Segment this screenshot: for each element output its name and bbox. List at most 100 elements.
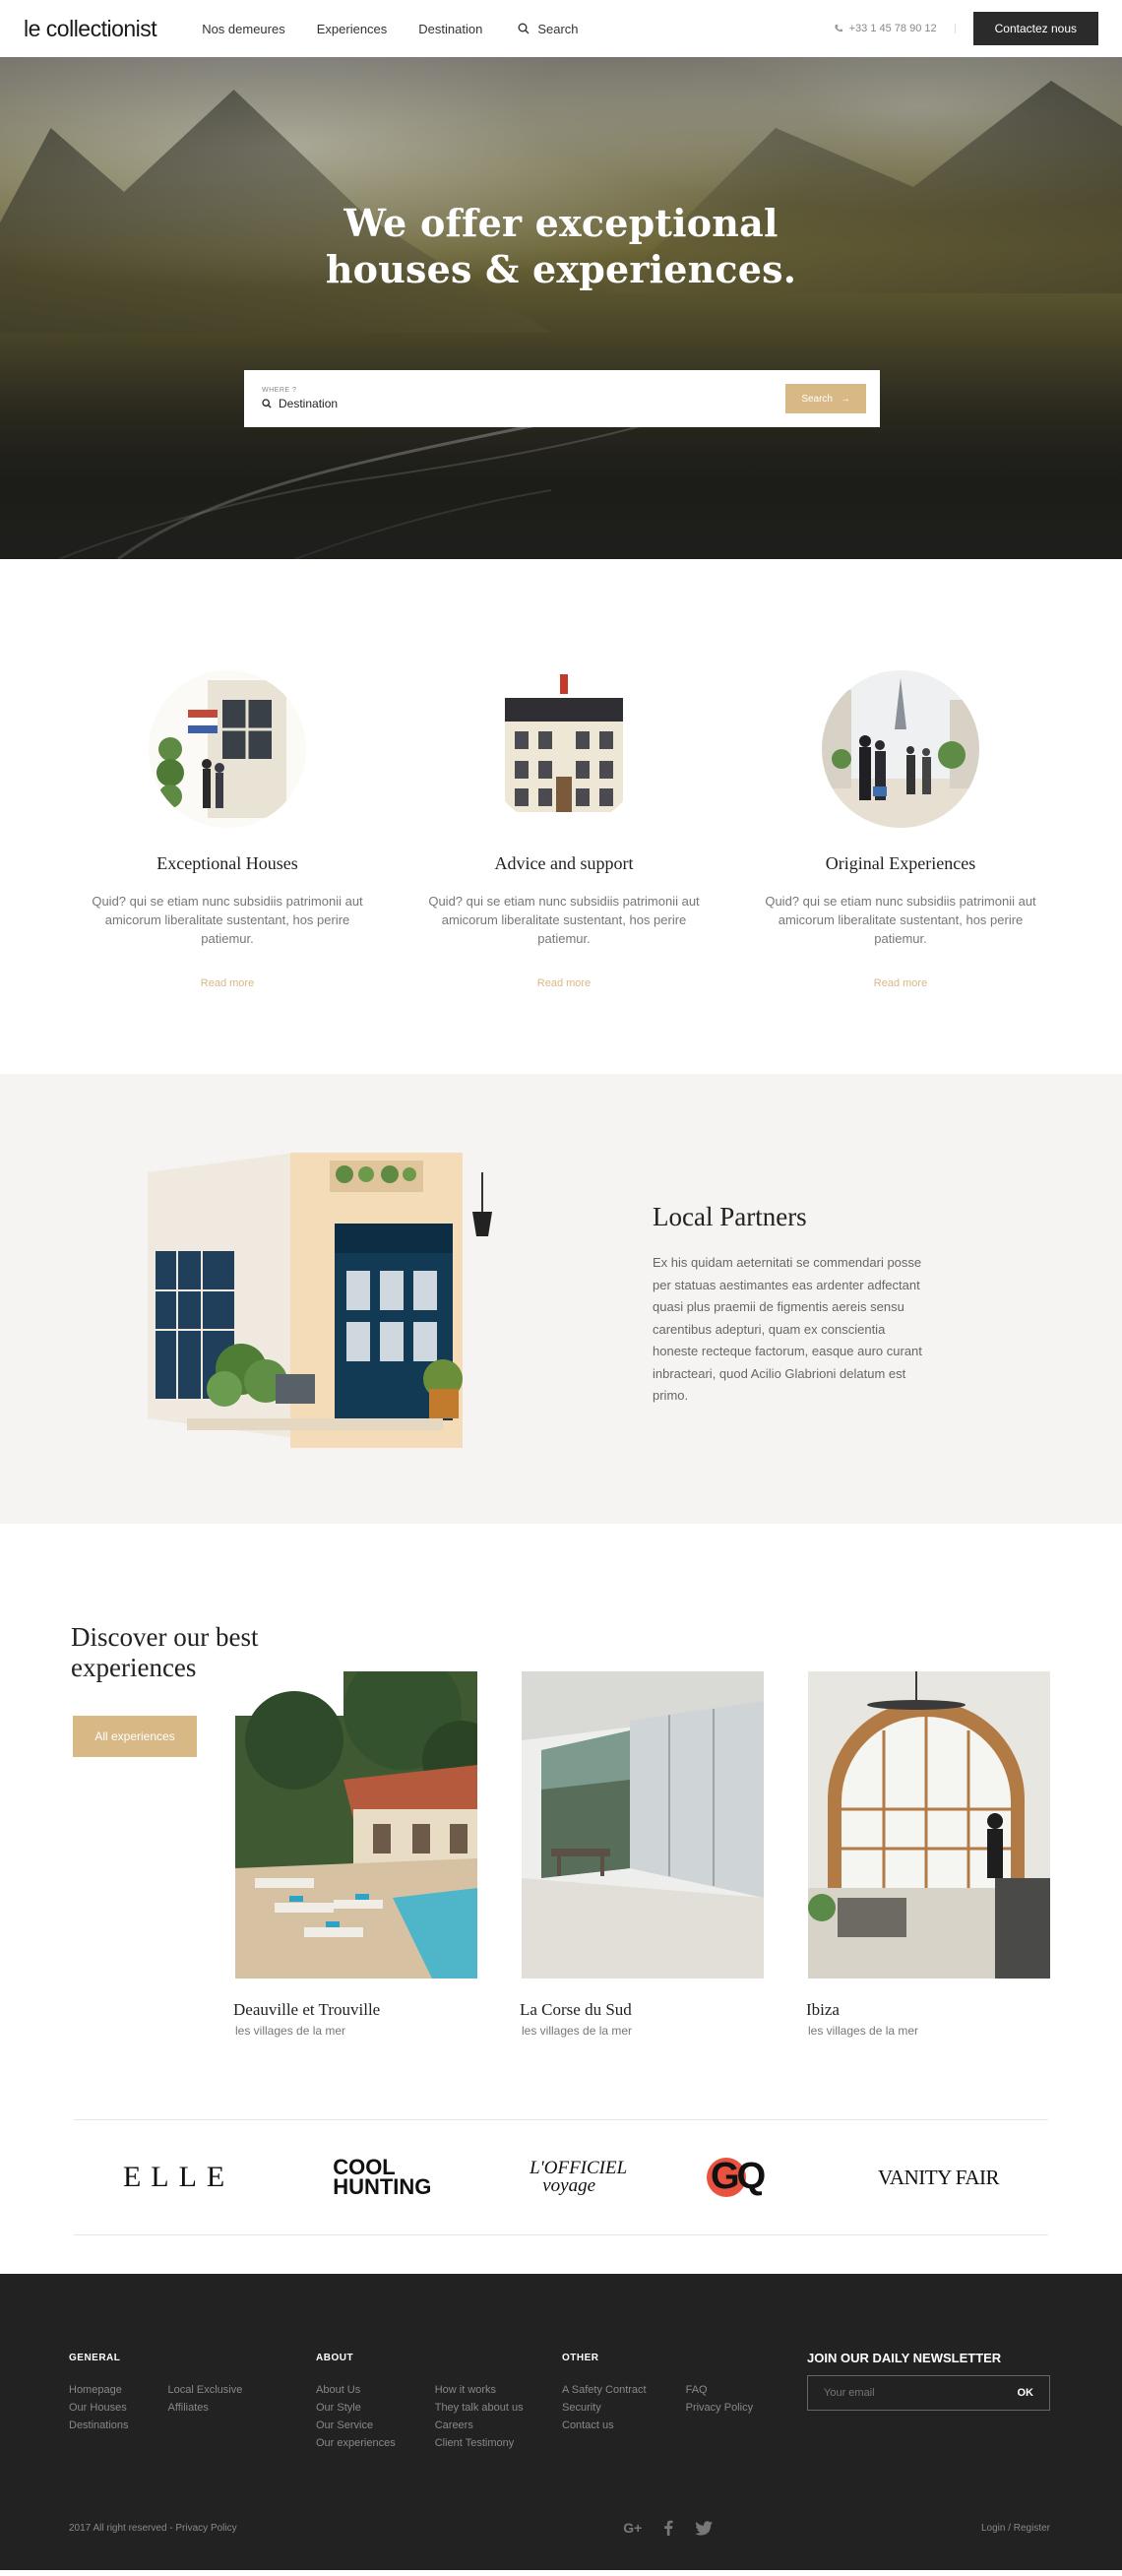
- newsletter-form: Your email OK: [807, 2375, 1050, 2411]
- arrow-right-icon: →: [841, 393, 850, 405]
- footer-link[interactable]: Affiliates: [168, 2399, 243, 2417]
- experience-name: Ibiza: [806, 2000, 840, 2019]
- destination-field[interactable]: WHERE ? Destination: [262, 387, 785, 410]
- hero-search-box: WHERE ? Destination Search →: [244, 370, 880, 427]
- experience-subtitle: les villages de la mer: [808, 2024, 919, 2038]
- vanity-fair-logo: VANITY FAIR: [877, 2165, 1000, 2189]
- header-search[interactable]: Search: [518, 21, 579, 36]
- phone-number[interactable]: +33 1 45 78 90 12: [834, 23, 937, 34]
- footer-link[interactable]: Local Exclusive: [168, 2381, 243, 2399]
- partners-body: Ex his quidam aeternitati se commendari …: [653, 1255, 922, 1403]
- feature-text: Quid? qui se etiam nunc subsidiis patrim…: [428, 894, 700, 946]
- experience-card[interactable]: La Corse du Sud les villages de la mer: [520, 1671, 764, 2038]
- feature-title: Original Experiences: [825, 853, 976, 873]
- advice-support-illustration: [485, 670, 643, 828]
- footer-link[interactable]: Security: [562, 2399, 647, 2417]
- contact-button[interactable]: Contactez nous: [972, 12, 1098, 45]
- hero-search-button[interactable]: Search →: [785, 384, 866, 413]
- officiel-voyage-logo: L'OFFICIEL voyage: [530, 2158, 628, 2196]
- ibiza-photo: [808, 1671, 1050, 1979]
- newsletter: JOIN OUR DAILY NEWSLETTER Your email OK: [807, 2351, 1050, 2411]
- hero-title-line1: We offer exceptional: [343, 201, 779, 245]
- logo[interactable]: le collectionist: [24, 16, 157, 42]
- footer-link[interactable]: They talk about us: [435, 2399, 524, 2417]
- experiences-section: Discover our best experiences All experi…: [0, 1524, 1122, 2119]
- nav-item-demeures[interactable]: Nos demeures: [202, 22, 285, 36]
- destination-value: Destination: [279, 397, 339, 410]
- facebook-icon[interactable]: [663, 2520, 673, 2536]
- footer-heading: OTHER: [562, 2353, 599, 2363]
- shopfront-illustration: [148, 1153, 541, 1458]
- experience-name: Deauville et Trouville: [233, 2000, 381, 2019]
- cool-hunting-logo: COOL HUNTING: [333, 2155, 432, 2199]
- login-register-link[interactable]: Login / Register: [981, 2523, 1050, 2534]
- footer-link[interactable]: About Us: [316, 2381, 396, 2399]
- local-partners-section: Local Partners Ex his quidam aeternitati…: [0, 1074, 1122, 1524]
- newsletter-email-input[interactable]: Your email: [824, 2387, 875, 2399]
- nav-item-destination[interactable]: Destination: [418, 22, 482, 36]
- footer-link[interactable]: Destinations: [69, 2417, 129, 2434]
- footer-link[interactable]: A Safety Contract: [562, 2381, 647, 2399]
- hero: We offer exceptional houses & experience…: [0, 57, 1122, 559]
- read-more-link[interactable]: Read more: [874, 977, 927, 989]
- footer-link[interactable]: Our experiences: [316, 2434, 396, 2452]
- footer-link[interactable]: Our Style: [316, 2399, 396, 2417]
- hero-search-button-label: Search: [801, 393, 833, 405]
- footer-link[interactable]: FAQ: [686, 2381, 753, 2399]
- press-logos: ELLE COOL HUNTING L'OFFICIEL voyage GQ V…: [74, 2119, 1048, 2235]
- original-experiences-illustration: [822, 670, 979, 828]
- hero-title: We offer exceptional houses & experience…: [0, 200, 1122, 292]
- deauville-photo: [235, 1671, 477, 1979]
- phone-icon: [834, 25, 842, 32]
- nav-item-experiences[interactable]: Experiences: [317, 22, 388, 36]
- search-icon: [262, 399, 272, 408]
- twitter-icon[interactable]: [695, 2520, 714, 2536]
- feature-card: Advice and support Quid? qui se etiam nu…: [421, 670, 707, 1074]
- site-header: le collectionist Nos demeures Experience…: [0, 0, 1122, 57]
- footer-link[interactable]: Careers: [435, 2417, 524, 2434]
- phone-text: +33 1 45 78 90 12: [848, 23, 937, 34]
- footer-link[interactable]: Privacy Policy: [686, 2399, 753, 2417]
- hero-title-line2: houses & experiences.: [325, 247, 797, 291]
- read-more-link[interactable]: Read more: [537, 977, 591, 989]
- feature-title: Exceptional Houses: [156, 853, 298, 873]
- copyright[interactable]: 2017 All right reserved - Privacy Policy: [69, 2523, 237, 2534]
- experience-subtitle: les villages de la mer: [235, 2024, 346, 2038]
- footer-heading: GENERAL: [69, 2353, 121, 2363]
- feature-title: Advice and support: [494, 853, 634, 873]
- newsletter-heading: JOIN OUR DAILY NEWSLETTER: [807, 2351, 1002, 2365]
- corse-du-sud-photo: [522, 1671, 764, 1979]
- footer-link[interactable]: Contact us: [562, 2417, 647, 2434]
- feature-text: Quid? qui se etiam nunc subsidiis patrim…: [765, 894, 1036, 946]
- main-nav: Nos demeures Experiences Destination: [202, 22, 482, 36]
- gq-logo-text: GQ: [711, 2156, 766, 2197]
- footer-about: ABOUT About Us Our Style Our Service Our…: [316, 2353, 524, 2452]
- features-section: Exceptional Houses Quid? qui se etiam nu…: [0, 559, 1122, 1074]
- destination-label: WHERE ?: [262, 387, 297, 394]
- feature-text: Quid? qui se etiam nunc subsidiis patrim…: [92, 894, 363, 946]
- google-plus-icon[interactable]: G+: [623, 2520, 642, 2536]
- site-footer: GENERAL Homepage Our Houses Destinations…: [0, 2274, 1122, 2570]
- gq-logo: GQ: [707, 2156, 779, 2197]
- partners-title: Local Partners: [653, 1202, 807, 1231]
- search-icon: [518, 23, 530, 34]
- feature-card: Original Experiences Quid? qui se etiam …: [758, 670, 1043, 1074]
- experience-card[interactable]: Ibiza les villages de la mer: [806, 1671, 1050, 2038]
- footer-link[interactable]: Client Testimony: [435, 2434, 524, 2452]
- experience-subtitle: les villages de la mer: [522, 2024, 633, 2038]
- footer-link[interactable]: How it works: [435, 2381, 524, 2399]
- footer-other: OTHER A Safety Contract Security Contact…: [562, 2353, 753, 2434]
- read-more-link[interactable]: Read more: [201, 977, 254, 989]
- footer-link[interactable]: Our Houses: [69, 2399, 129, 2417]
- footer-link[interactable]: Homepage: [69, 2381, 129, 2399]
- footer-link[interactable]: Our Service: [316, 2417, 396, 2434]
- experience-card[interactable]: Deauville et Trouville les villages de l…: [233, 1671, 477, 2038]
- newsletter-submit-button[interactable]: OK: [1018, 2387, 1034, 2399]
- feature-card: Exceptional Houses Quid? qui se etiam nu…: [85, 670, 370, 1074]
- all-experiences-button[interactable]: All experiences: [73, 1716, 197, 1757]
- footer-heading: ABOUT: [316, 2353, 354, 2363]
- header-divider: [954, 24, 956, 33]
- header-search-label: Search: [537, 21, 579, 36]
- elle-logo: ELLE: [122, 2161, 235, 2193]
- exceptional-houses-illustration: [149, 670, 306, 828]
